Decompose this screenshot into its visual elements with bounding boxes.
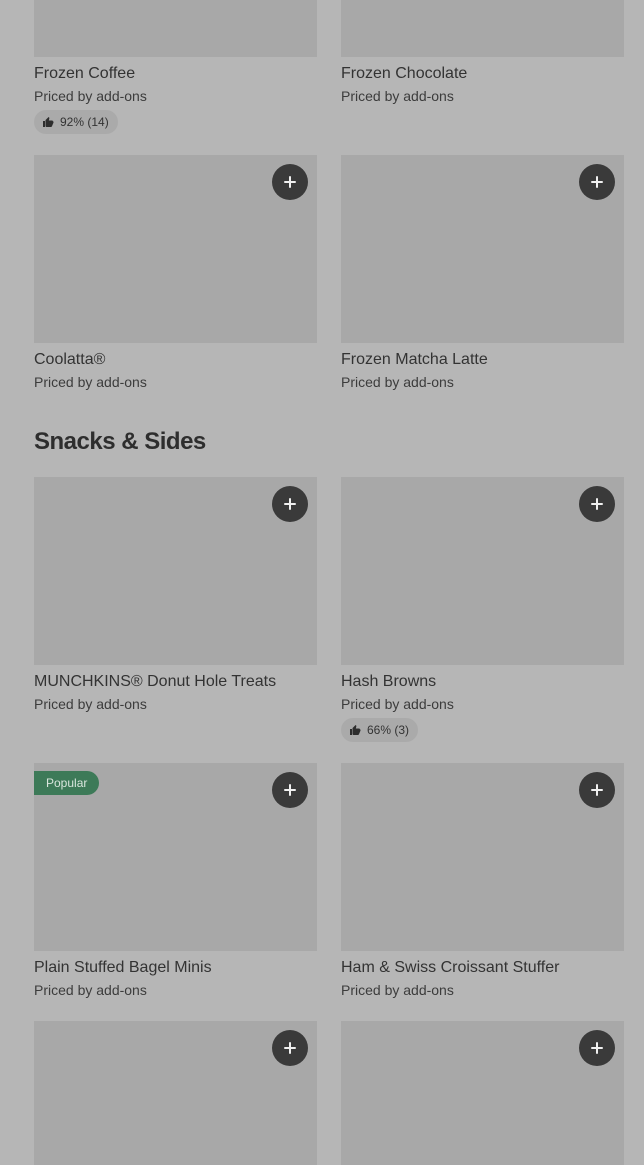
item-price: Priced by add-ons [34, 982, 147, 998]
plus-icon [591, 1042, 603, 1054]
item-image[interactable] [341, 477, 624, 665]
menu-page: Frozen Coffee Priced by add-ons 92% (14)… [0, 0, 644, 1165]
plus-icon [591, 176, 603, 188]
plus-icon [284, 1042, 296, 1054]
item-price: Priced by add-ons [341, 88, 454, 104]
menu-item-card[interactable]: Frozen Chocolate Priced by add-ons [341, 0, 624, 106]
add-to-cart-button[interactable] [579, 772, 615, 808]
item-price: Priced by add-ons [341, 374, 454, 390]
item-rating: 92% (14) [34, 110, 118, 134]
add-to-cart-button[interactable] [272, 1030, 308, 1066]
item-image[interactable] [34, 155, 317, 343]
add-to-cart-button[interactable] [579, 164, 615, 200]
popular-badge: Popular [34, 771, 100, 795]
item-image[interactable]: Popular [34, 763, 317, 951]
add-to-cart-button[interactable] [272, 164, 308, 200]
rating-text: 92% (14) [60, 115, 109, 129]
item-image[interactable] [34, 1021, 317, 1165]
item-name[interactable]: Frozen Coffee [34, 63, 317, 85]
section-title-snacks: Snacks & Sides [34, 428, 206, 455]
plus-icon [284, 498, 296, 510]
menu-item-card[interactable]: Popular Plain Stuffed Bagel Minis Priced… [34, 763, 317, 1000]
item-image[interactable] [341, 763, 624, 951]
item-name[interactable]: Coolatta® [34, 349, 317, 371]
item-name[interactable]: Frozen Chocolate [341, 63, 624, 85]
menu-item-card[interactable]: Coolatta® Priced by add-ons [34, 155, 317, 392]
thumbs-up-icon [350, 725, 361, 735]
item-image[interactable] [34, 0, 317, 57]
item-price: Priced by add-ons [341, 982, 454, 998]
item-price: Priced by add-ons [341, 696, 454, 712]
item-image[interactable] [341, 155, 624, 343]
plus-icon [591, 784, 603, 796]
thumbs-up-icon [43, 117, 54, 127]
menu-item-card[interactable] [34, 1021, 317, 1165]
plus-icon [591, 498, 603, 510]
menu-item-card[interactable] [341, 1021, 624, 1165]
item-price: Priced by add-ons [34, 374, 147, 390]
rating-text: 66% (3) [367, 723, 410, 737]
item-name[interactable]: MUNCHKINS® Donut Hole Treats [34, 671, 317, 693]
plus-icon [284, 176, 296, 188]
menu-item-card[interactable]: Frozen Matcha Latte Priced by add-ons [341, 155, 624, 392]
add-to-cart-button[interactable] [272, 486, 308, 522]
menu-item-card[interactable]: Frozen Coffee Priced by add-ons 92% (14) [34, 0, 317, 134]
item-image[interactable] [34, 477, 317, 665]
item-name[interactable]: Frozen Matcha Latte [341, 349, 624, 371]
add-to-cart-button[interactable] [579, 1030, 615, 1066]
item-price: Priced by add-ons [34, 696, 147, 712]
item-name[interactable]: Hash Browns [341, 671, 624, 693]
menu-item-card[interactable]: MUNCHKINS® Donut Hole Treats Priced by a… [34, 477, 317, 714]
add-to-cart-button[interactable] [272, 772, 308, 808]
item-image[interactable] [341, 0, 624, 57]
menu-item-card[interactable]: Ham & Swiss Croissant Stuffer Priced by … [341, 763, 624, 1000]
add-to-cart-button[interactable] [579, 486, 615, 522]
menu-item-card[interactable]: Hash Browns Priced by add-ons 66% (3) [341, 477, 624, 742]
item-rating: 66% (3) [341, 718, 419, 742]
plus-icon [284, 784, 296, 796]
item-price: Priced by add-ons [34, 88, 147, 104]
item-name[interactable]: Plain Stuffed Bagel Minis [34, 957, 317, 979]
item-name[interactable]: Ham & Swiss Croissant Stuffer [341, 957, 624, 979]
item-image[interactable] [341, 1021, 624, 1165]
